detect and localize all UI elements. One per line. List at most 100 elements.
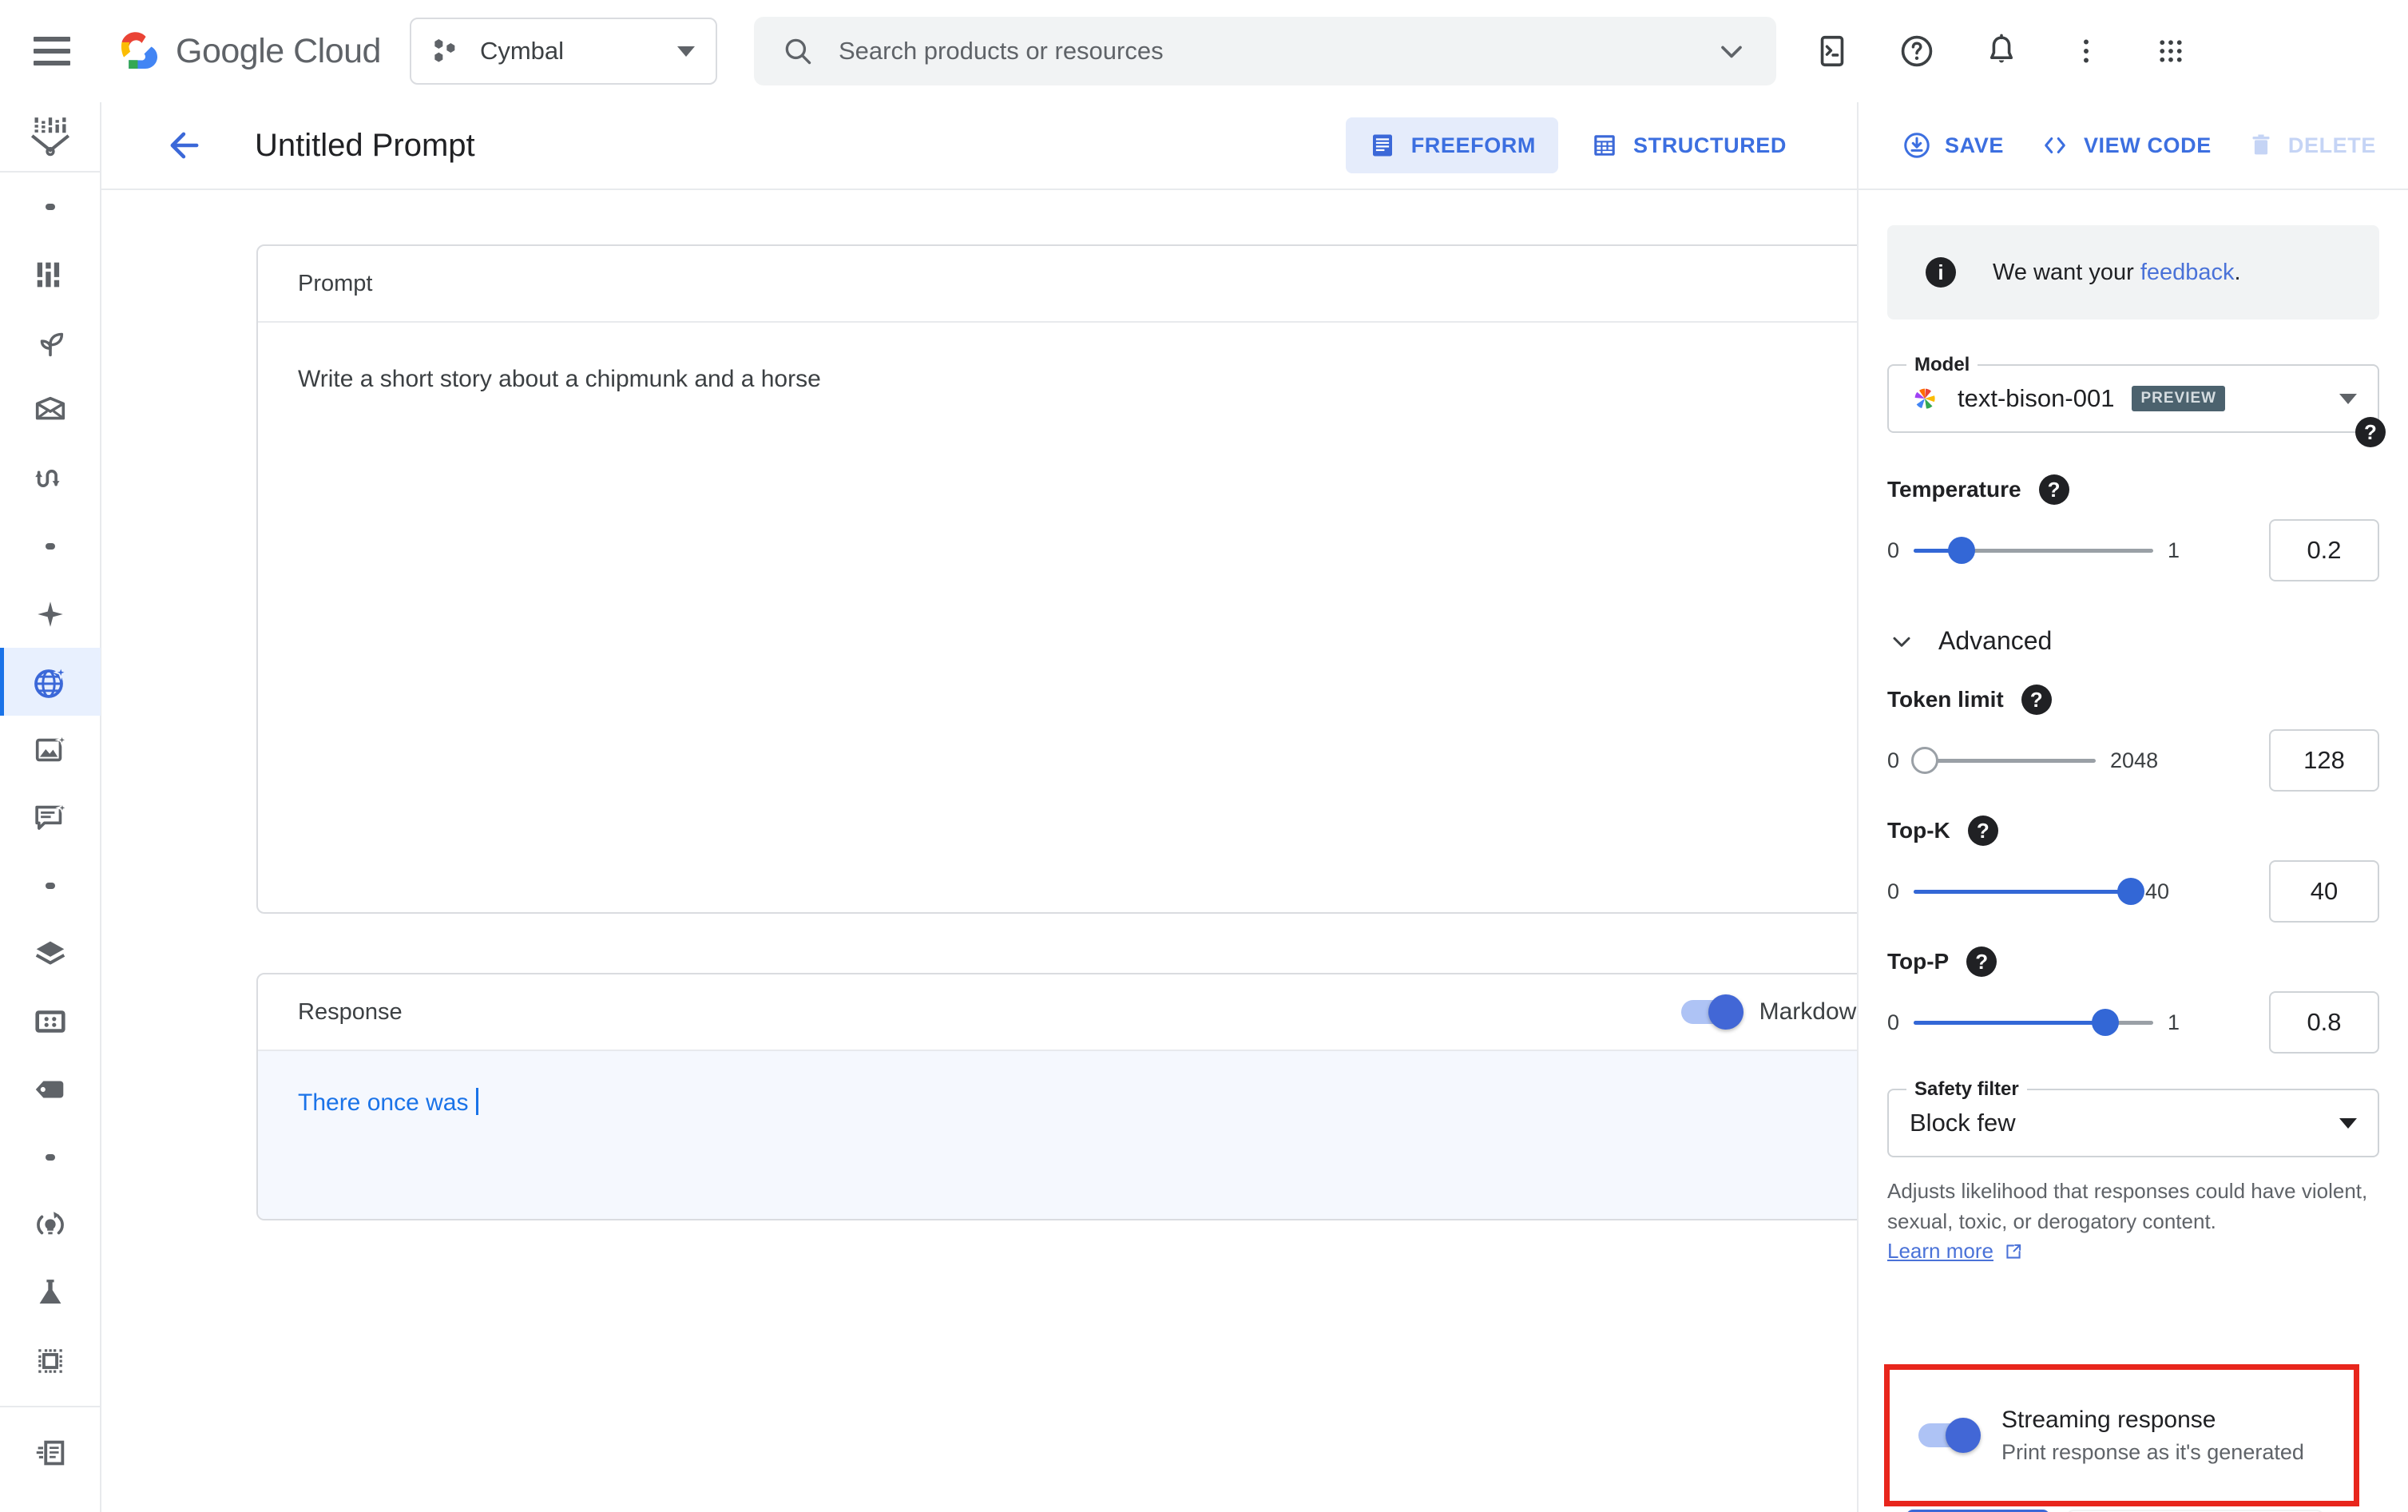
model-legend: Model bbox=[1906, 354, 1978, 376]
save-download-icon bbox=[1904, 133, 1930, 158]
notifications-bell-icon[interactable] bbox=[1979, 29, 2024, 73]
hamburger-menu-icon[interactable] bbox=[34, 37, 70, 65]
model-help-circle-icon[interactable]: ? bbox=[2355, 417, 2386, 447]
temperature-label: Temperature bbox=[1887, 477, 2021, 502]
top-p-help-circle-icon[interactable]: ? bbox=[1966, 946, 1997, 977]
tab-structured[interactable]: STRUCTURED bbox=[1568, 117, 1809, 173]
preview-badge: PREVIEW bbox=[2132, 386, 2226, 411]
top-p-value-input[interactable]: 0.8 bbox=[2269, 991, 2379, 1054]
chevron-down-icon bbox=[1893, 637, 1910, 647]
prompt-textarea[interactable]: Write a short story about a chipmunk and… bbox=[258, 323, 1857, 436]
token-limit-param: Token limit ? 0 2048 128 bbox=[1887, 685, 2379, 792]
token-limit-value-input[interactable]: 128 bbox=[2269, 729, 2379, 792]
top-p-slider-thumb[interactable] bbox=[2092, 1009, 2120, 1036]
model-value: text-bison-001 bbox=[1958, 384, 2115, 412]
page-header: Untitled Prompt FREEFORM STRUCTURED bbox=[101, 102, 1857, 190]
temperature-help-circle-icon[interactable]: ? bbox=[2038, 474, 2069, 505]
streaming-response-highlight: Streaming response Print response as it'… bbox=[1884, 1364, 2359, 1506]
view-code-button[interactable]: VIEW CODE bbox=[2039, 132, 2212, 159]
markdown-toggle[interactable] bbox=[1680, 994, 1744, 1030]
page-title: Untitled Prompt bbox=[255, 127, 475, 163]
feedback-suffix: . bbox=[2234, 259, 2241, 285]
learn-more-link[interactable]: Learn more bbox=[1887, 1236, 2024, 1267]
tab-freeform[interactable]: FREEFORM bbox=[1345, 117, 1558, 173]
text-caret-icon bbox=[476, 1088, 479, 1115]
temperature-max: 1 bbox=[2168, 538, 2180, 562]
project-selector[interactable]: Cymbal bbox=[409, 18, 717, 85]
top-p-slider[interactable] bbox=[1914, 1005, 2154, 1040]
sidebar-item-datasets[interactable] bbox=[0, 919, 101, 987]
learn-more-label: Learn more bbox=[1887, 1239, 1993, 1264]
code-brackets-icon bbox=[2045, 137, 2065, 153]
sidebar-item-spark[interactable] bbox=[0, 580, 101, 648]
google-cloud-logo[interactable]: Google Cloud bbox=[113, 30, 381, 72]
safety-filter-select[interactable]: Safety filter Block few bbox=[1887, 1078, 2379, 1157]
chip-icon bbox=[38, 1348, 62, 1373]
search-input[interactable]: Search products or resources bbox=[753, 17, 1776, 85]
model-chevron-down-icon[interactable] bbox=[2339, 393, 2357, 404]
advanced-section-toggle[interactable]: Advanced bbox=[1887, 626, 2379, 656]
token-limit-help-circle-icon[interactable]: ? bbox=[2021, 685, 2052, 715]
dashboard-icon bbox=[37, 262, 59, 287]
sidebar-item-envelope[interactable] bbox=[0, 376, 101, 444]
streaming-response-subtitle: Print response as it's generated bbox=[2001, 1439, 2304, 1464]
temperature-slider-thumb[interactable] bbox=[1948, 537, 1976, 564]
sidebar-item-pipelines[interactable] bbox=[0, 444, 101, 512]
rail-items bbox=[0, 173, 101, 1486]
token-limit-slider-thumb[interactable] bbox=[1910, 747, 1938, 774]
search-chevron-down-icon[interactable] bbox=[1714, 34, 1749, 69]
sidebar-item-model-registry[interactable] bbox=[0, 1327, 101, 1395]
delete-button: DELETE bbox=[2247, 131, 2376, 160]
sidebar-item-labeling[interactable] bbox=[0, 1055, 101, 1123]
grid-box-icon bbox=[34, 1010, 65, 1033]
sidebar-item-dashboard[interactable] bbox=[0, 240, 101, 308]
token-limit-label: Token limit bbox=[1887, 687, 2004, 712]
help-icon[interactable] bbox=[1894, 29, 1939, 73]
sidebar-item-chat-studio[interactable] bbox=[0, 784, 101, 851]
streaming-response-title: Streaming response bbox=[2001, 1406, 2216, 1433]
top-k-slider[interactable] bbox=[1914, 874, 2145, 909]
rail-pinned-products[interactable] bbox=[0, 102, 100, 173]
token-limit-max: 2048 bbox=[2110, 748, 2159, 772]
safety-chevron-down-icon[interactable] bbox=[2339, 1117, 2357, 1129]
back-arrow-icon[interactable] bbox=[164, 125, 205, 166]
view-code-button-label: VIEW CODE bbox=[2083, 133, 2212, 157]
cloud-shell-icon[interactable] bbox=[1810, 29, 1855, 73]
pinned-products-icon bbox=[30, 117, 69, 157]
rail-dot-divider-4 bbox=[0, 1123, 101, 1191]
sidebar-item-sprout[interactable] bbox=[0, 308, 101, 376]
app-root: Google Cloud Cymbal Search products or r… bbox=[0, 0, 2408, 1512]
response-card: Response Markdown There once was bbox=[256, 973, 1857, 1220]
streaming-response-texts: Streaming response Print response as it'… bbox=[2001, 1407, 2304, 1465]
temperature-value-input[interactable]: 0.2 bbox=[2269, 519, 2379, 581]
sidebar-item-training[interactable] bbox=[0, 1191, 101, 1259]
feedback-link[interactable]: feedback bbox=[2140, 260, 2235, 285]
top-k-slider-thumb[interactable] bbox=[2117, 878, 2145, 905]
sidebar-item-vision-studio[interactable] bbox=[0, 716, 101, 784]
project-name-label: Cymbal bbox=[479, 37, 565, 65]
brand-label: Google Cloud bbox=[176, 31, 381, 70]
sidebar-item-feature-store[interactable] bbox=[0, 987, 101, 1055]
more-vert-icon[interactable] bbox=[2064, 29, 2108, 73]
trash-icon bbox=[2252, 134, 2270, 155]
bulb-refresh-icon bbox=[36, 1211, 64, 1234]
apps-grid-icon[interactable] bbox=[2148, 29, 2193, 73]
search-icon bbox=[785, 38, 811, 65]
model-selector[interactable]: Model text-bison-001 PREVIEW bbox=[1887, 354, 2379, 433]
save-button[interactable]: SAVE bbox=[1902, 130, 2004, 161]
streaming-response-toggle[interactable] bbox=[1918, 1418, 1981, 1453]
safety-filter-value: Block few bbox=[1910, 1109, 2016, 1137]
prompt-mode-tabs: FREEFORM STRUCTURED bbox=[1345, 117, 1809, 173]
temperature-slider-row: 0 1 0.2 bbox=[1887, 519, 2379, 581]
top-k-help-circle-icon[interactable]: ? bbox=[1967, 816, 1998, 846]
sidebar-item-documentation[interactable] bbox=[0, 1419, 101, 1486]
temperature-slider[interactable] bbox=[1914, 533, 2154, 568]
sidebar-item-experiments[interactable] bbox=[0, 1259, 101, 1327]
vertex-ai-pinwheel-icon bbox=[1914, 388, 1935, 409]
envelope-icon bbox=[35, 396, 65, 419]
top-k-value-input[interactable]: 40 bbox=[2269, 860, 2379, 923]
token-limit-slider[interactable] bbox=[1910, 743, 2097, 778]
sidebar-item-language-studio[interactable] bbox=[0, 648, 101, 716]
prompt-card-title: Prompt bbox=[298, 270, 373, 296]
topbar-icon-group bbox=[1810, 29, 2193, 73]
